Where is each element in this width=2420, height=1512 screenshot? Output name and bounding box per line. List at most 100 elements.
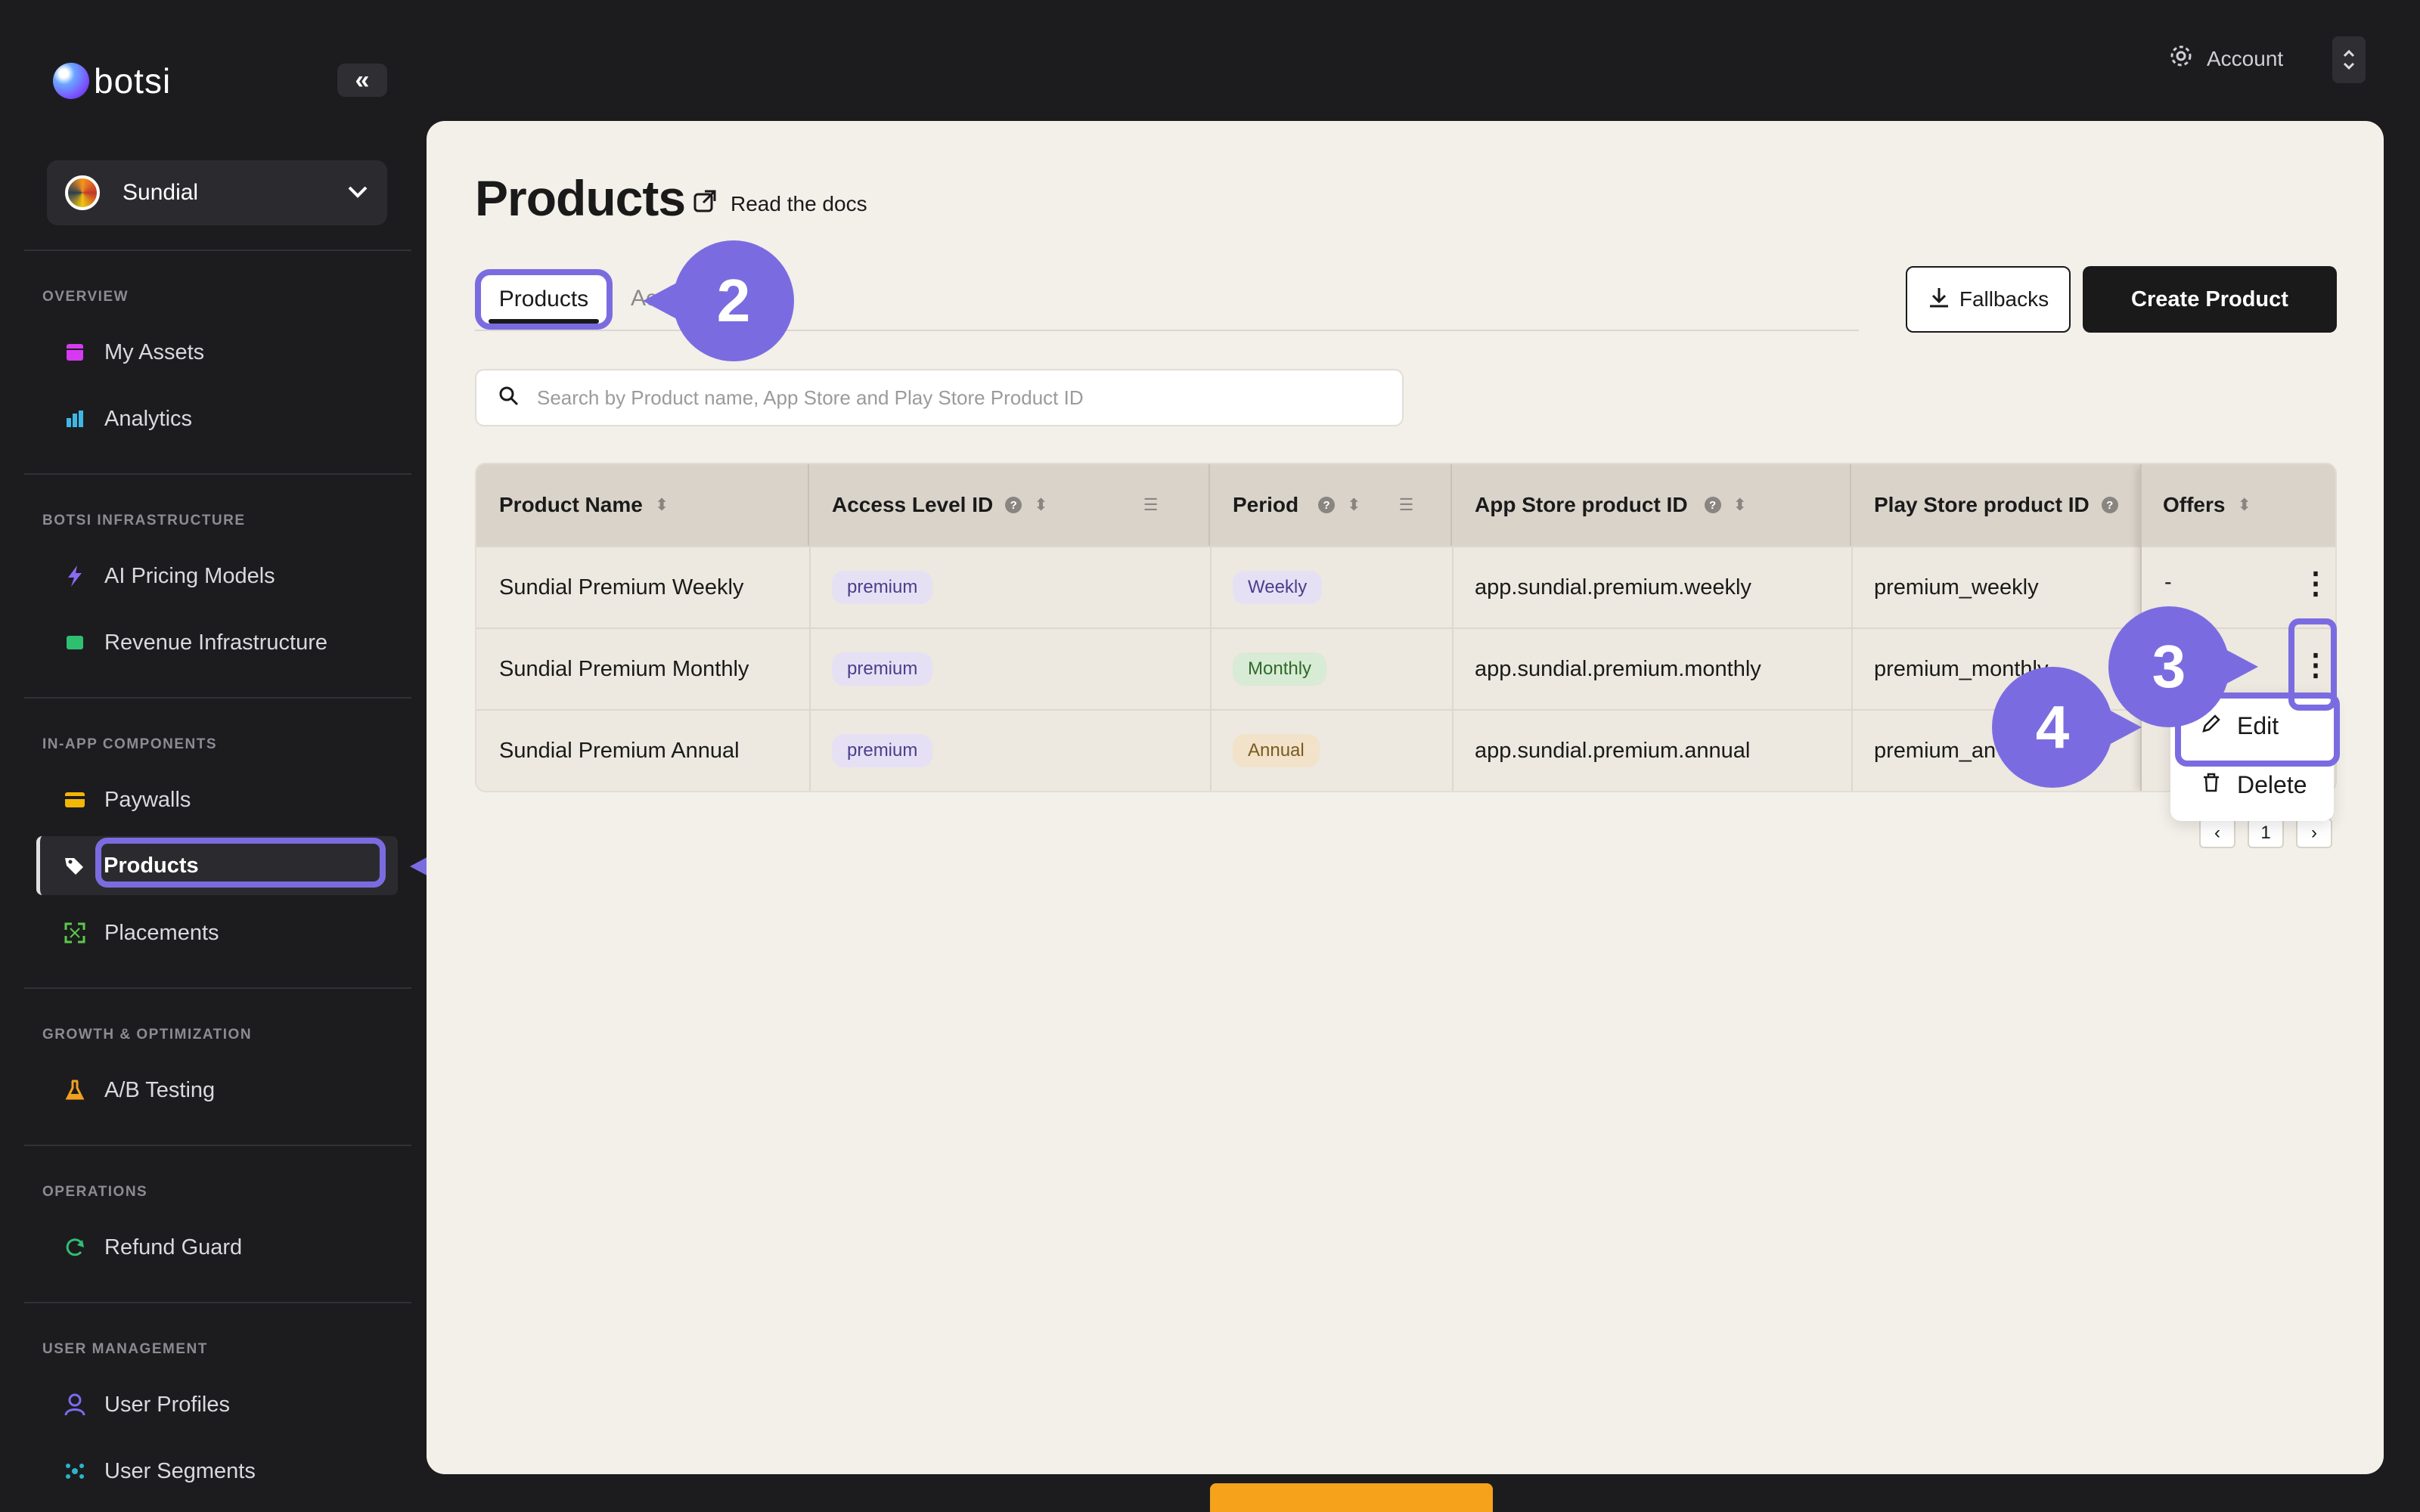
search-input[interactable] bbox=[537, 386, 1381, 410]
account-label: Account bbox=[2207, 46, 2284, 70]
gear-icon bbox=[2169, 44, 2193, 73]
sidebar-item-label: Refund Guard bbox=[104, 1235, 243, 1259]
column-label: Play Store product ID bbox=[1874, 493, 2090, 516]
sort-icon[interactable]: ⬍ bbox=[1733, 495, 1747, 515]
sidebar-divider bbox=[24, 987, 411, 989]
sort-icon[interactable]: ⬍ bbox=[1034, 495, 1047, 515]
sidebar-item-user-profiles[interactable]: User Profiles bbox=[42, 1380, 398, 1429]
fallbacks-button[interactable]: Fallbacks bbox=[1906, 266, 2071, 333]
period-cell: Annual bbox=[1210, 711, 1320, 791]
tag-icon bbox=[63, 854, 85, 877]
chevron-down-icon bbox=[346, 180, 369, 206]
section-infrastructure: BOTSI INFRASTRUCTURE bbox=[42, 513, 246, 528]
callout-number: 2 bbox=[673, 240, 794, 361]
period-badge: Monthly bbox=[1233, 652, 1327, 686]
sidebar-item-ab-testing[interactable]: A/B Testing bbox=[42, 1066, 398, 1114]
lightning-icon bbox=[64, 565, 86, 587]
help-icon[interactable]: ? bbox=[1005, 497, 1022, 513]
sidebar-item-label: My Assets bbox=[104, 339, 205, 364]
external-link-icon bbox=[693, 189, 717, 218]
refresh-icon bbox=[64, 1236, 86, 1259]
main-panel: Products Read the docs Products Ac 2 Fal… bbox=[427, 121, 2384, 1474]
sidebar-item-analytics[interactable]: Analytics bbox=[42, 395, 398, 443]
user-icon bbox=[64, 1393, 86, 1416]
delete-label: Delete bbox=[2237, 771, 2307, 798]
app-selector[interactable]: Sundial bbox=[47, 160, 387, 225]
sidebar-divider bbox=[24, 697, 411, 699]
section-overview: OVERVIEW bbox=[42, 289, 129, 305]
column-header-period[interactable]: Period ? ⬍ ☰ bbox=[1210, 464, 1452, 546]
account-menu[interactable]: Account bbox=[2169, 44, 2283, 73]
row-actions-highlight bbox=[2288, 618, 2337, 711]
column-label: Period bbox=[1233, 493, 1299, 516]
period-cell: Monthly bbox=[1210, 629, 1327, 709]
sidebar-item-label: Revenue Infrastructure bbox=[104, 630, 327, 655]
app-name: Sundial bbox=[123, 180, 199, 205]
sidebar: botsi « Sundial OVERVIEW My Assets Analy… bbox=[0, 0, 424, 1512]
sort-icon[interactable]: ⬍ bbox=[2237, 495, 2251, 515]
offers-cell: - bbox=[2164, 570, 2172, 594]
sidebar-item-ai-pricing-models[interactable]: AI Pricing Models bbox=[42, 552, 398, 600]
column-label: App Store product ID bbox=[1475, 493, 1688, 516]
expand-toggle-button[interactable] bbox=[2332, 36, 2366, 83]
column-label: Product Name bbox=[499, 493, 643, 516]
sidebar-item-user-segments[interactable]: User Segments bbox=[42, 1447, 398, 1495]
search-bar[interactable] bbox=[475, 369, 1404, 426]
botsi-logo-icon bbox=[53, 63, 89, 99]
help-icon[interactable]: ? bbox=[1318, 497, 1336, 513]
section-operations: OPERATIONS bbox=[42, 1184, 148, 1200]
next-page-button[interactable]: › bbox=[2296, 818, 2332, 848]
delete-menu-item[interactable]: Delete bbox=[2201, 771, 2307, 799]
sidebar-item-label: A/B Testing bbox=[104, 1077, 216, 1102]
sidebar-item-paywalls[interactable]: Paywalls bbox=[42, 776, 398, 824]
active-tab-indicator bbox=[489, 319, 599, 324]
assets-icon bbox=[64, 341, 86, 364]
product-name-cell: Sundial Premium Annual bbox=[499, 738, 740, 763]
sidebar-item-my-assets[interactable]: My Assets bbox=[42, 328, 398, 376]
sidebar-divider bbox=[24, 473, 411, 475]
product-name-cell: Sundial Premium Monthly bbox=[499, 656, 749, 681]
placements-icon bbox=[64, 922, 86, 944]
sidebar-item-refund-guard[interactable]: Refund Guard bbox=[42, 1223, 398, 1272]
sidebar-item-label: Placements bbox=[104, 920, 219, 945]
help-icon[interactable]: ? bbox=[1704, 497, 1721, 513]
callout-step-4: 4 bbox=[1992, 667, 2142, 788]
collapse-sidebar-button[interactable]: « bbox=[337, 64, 387, 97]
column-header-product-name[interactable]: Product Name ⬍ bbox=[476, 464, 809, 546]
sort-icon[interactable]: ⬍ bbox=[1347, 495, 1360, 515]
filter-icon[interactable]: ☰ bbox=[1399, 495, 1414, 515]
card-icon bbox=[64, 789, 86, 811]
column-header-offers[interactable]: Offers ⬍ bbox=[2142, 464, 2335, 546]
table-row[interactable]: Sundial Premium Weekly premium Weekly ap… bbox=[476, 546, 2335, 627]
sidebar-item-label: Analytics bbox=[104, 406, 193, 431]
product-name-cell: Sundial Premium Weekly bbox=[499, 575, 744, 600]
access-level-badge: premium bbox=[832, 652, 933, 686]
column-header-access-level[interactable]: Access Level ID ? ⬍ ☰ bbox=[809, 464, 1210, 546]
help-icon[interactable]: ? bbox=[2101, 497, 2118, 513]
column-header-play-store-id[interactable]: Play Store product ID ? bbox=[1851, 464, 2140, 546]
page-number[interactable]: 1 bbox=[2248, 818, 2284, 848]
section-user-management: USER MANAGEMENT bbox=[42, 1341, 208, 1357]
access-level-badge: premium bbox=[832, 734, 933, 767]
filter-icon[interactable]: ☰ bbox=[1143, 495, 1159, 515]
column-header-app-store-id[interactable]: App Store product ID ? ⬍ bbox=[1452, 464, 1851, 546]
prev-page-button[interactable]: ‹ bbox=[2199, 818, 2235, 848]
bottom-orange-bar[interactable] bbox=[1210, 1483, 1493, 1512]
sidebar-item-label: User Profiles bbox=[104, 1392, 230, 1417]
sidebar-divider bbox=[24, 1302, 411, 1303]
flask-icon bbox=[64, 1079, 86, 1101]
brand-logo[interactable]: botsi bbox=[53, 60, 171, 101]
row-actions-icon[interactable]: ⋮ bbox=[2301, 569, 2331, 599]
sidebar-item-placements[interactable]: Placements bbox=[42, 909, 398, 957]
brand-name: botsi bbox=[94, 61, 172, 101]
table-header: Product Name ⬍ Access Level ID ? ⬍ ☰ Per… bbox=[476, 464, 2335, 546]
sidebar-divider bbox=[24, 249, 411, 251]
create-product-button[interactable]: Create Product bbox=[2083, 266, 2337, 333]
sort-icon[interactable]: ⬍ bbox=[655, 495, 669, 515]
period-cell: Weekly bbox=[1210, 547, 1323, 627]
sidebar-item-revenue-infrastructure[interactable]: Revenue Infrastructure bbox=[42, 618, 398, 667]
read-docs-link[interactable]: Read the docs bbox=[693, 189, 867, 218]
column-label: Access Level ID bbox=[832, 493, 994, 516]
row-divider bbox=[2142, 546, 2335, 547]
app-store-id-cell: app.sundial.premium.monthly bbox=[1475, 656, 1761, 681]
